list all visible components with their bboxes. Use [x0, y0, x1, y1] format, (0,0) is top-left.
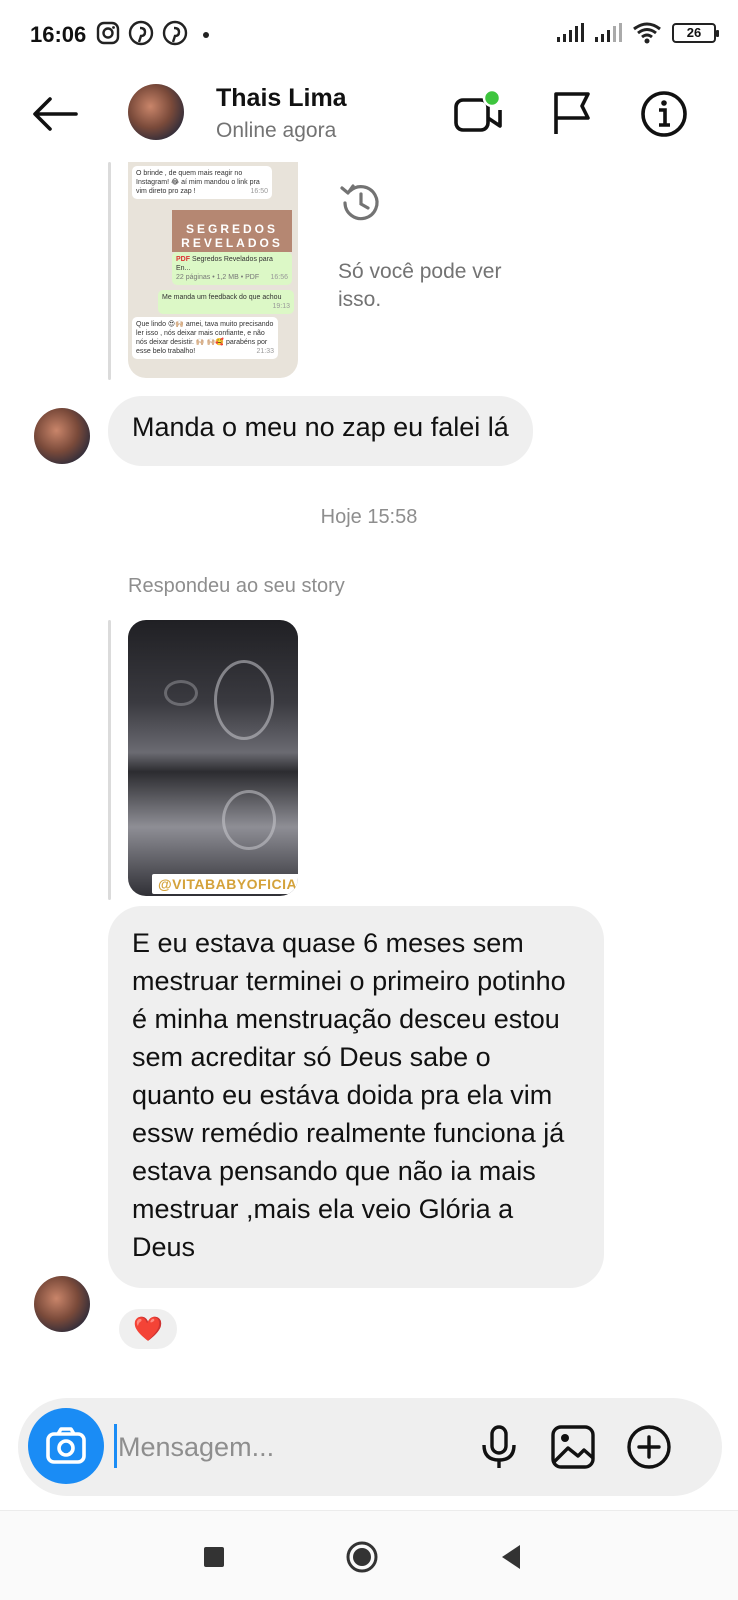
gallery-icon[interactable] — [548, 1422, 598, 1472]
replied-story-label: Respondeu ao seu story — [128, 575, 345, 597]
contact-name[interactable]: Thais Lima — [216, 84, 347, 113]
sender-avatar[interactable] — [34, 408, 90, 464]
dot-icon — [203, 32, 209, 38]
screenshot-bubble: Me manda um feedback do que achou 19:13 — [158, 290, 294, 315]
message-input[interactable] — [118, 1422, 448, 1472]
story-tag: @VITABABYOFICIAL — [152, 874, 298, 894]
ultrasound-image — [128, 620, 298, 896]
shared-screenshot[interactable]: O brinde , de quem mais reagir no Instag… — [128, 162, 298, 378]
microphone-icon[interactable] — [474, 1422, 524, 1472]
wifi-icon — [633, 22, 661, 44]
instagram-icon — [96, 21, 120, 45]
reply-indicator-bar — [108, 620, 111, 900]
contact-avatar[interactable] — [128, 84, 184, 140]
home-circle-icon[interactable] — [344, 1539, 380, 1575]
back-arrow-icon[interactable] — [28, 92, 80, 136]
screenshot-content: O brinde , de quem mais reagir no Instag… — [128, 162, 298, 378]
info-icon[interactable] — [638, 88, 690, 140]
sender-avatar[interactable] — [34, 1276, 90, 1332]
flag-icon[interactable] — [548, 88, 600, 140]
message-bubble[interactable]: E eu estava quase 6 meses sem mestruar t… — [108, 906, 604, 1288]
history-icon — [340, 184, 379, 221]
screenshot-bubble: Que lindo 😍🙌🏼 amei, tava muito precisand… — [132, 317, 278, 360]
recents-square-icon[interactable] — [196, 1539, 232, 1575]
camera-button[interactable] — [28, 1408, 104, 1484]
pinterest-icon — [128, 20, 154, 46]
contact-status: Online agora — [216, 119, 337, 142]
message-composer — [18, 1398, 722, 1496]
plus-circle-icon[interactable] — [624, 1422, 674, 1472]
video-call-icon[interactable] — [452, 88, 504, 140]
day-separator: Hoje 15:58 — [320, 506, 418, 528]
system-icons: 26 — [556, 22, 719, 44]
system-nav-bar — [0, 1510, 738, 1600]
signal-icon — [557, 23, 584, 42]
signal-icon — [595, 23, 622, 42]
status-bar: 16:06 26 — [0, 0, 738, 70]
reply-indicator-bar — [108, 162, 111, 380]
story-thumbnail[interactable]: @VITABABYOFICIAL — [128, 620, 298, 896]
chat-header: Thais Lima Online agora — [0, 70, 738, 160]
back-triangle-icon[interactable] — [494, 1539, 530, 1575]
heart-icon: ❤️ — [133, 1315, 163, 1343]
notification-icons — [96, 20, 216, 46]
screenshot-banner: SEGREDOS REVELADOS — [172, 210, 292, 252]
message-bubble[interactable]: Manda o meu no zap eu falei lá — [108, 396, 533, 466]
battery-icon: 26 — [672, 23, 719, 43]
reaction-badge[interactable]: ❤️ — [116, 1306, 180, 1352]
screenshot-bubble: O brinde , de quem mais reagir no Instag… — [132, 166, 272, 200]
camera-icon — [46, 1427, 86, 1464]
status-time: 16:06 — [30, 22, 87, 47]
screenshot-pdf: PDF Segredos Revelados para En... 22 pági… — [172, 252, 292, 286]
only-you-notice: Só você pode ver isso. — [338, 260, 502, 311]
text-cursor — [114, 1424, 117, 1468]
pinterest-icon — [162, 20, 188, 46]
